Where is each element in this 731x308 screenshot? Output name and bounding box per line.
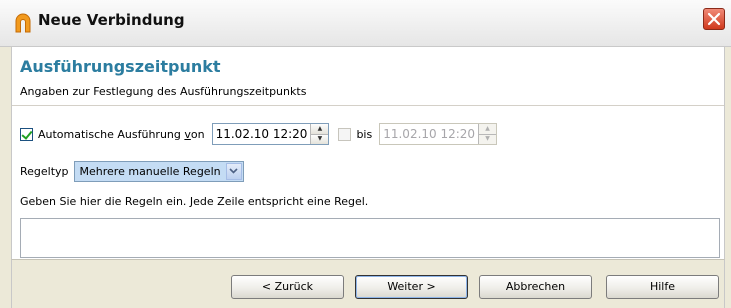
rule-type-label: Regeltyp: [20, 164, 69, 178]
rules-instruction: Geben Sie hier die Regeln ein. Jede Zeil…: [20, 195, 369, 208]
spin-up-icon[interactable]: ▲: [479, 124, 497, 134]
close-icon: [707, 12, 721, 26]
until-checkbox[interactable]: [338, 127, 352, 141]
title-bar: Neue Verbindung: [0, 0, 731, 47]
until-label[interactable]: bis: [356, 128, 372, 141]
window-title: Neue Verbindung: [38, 11, 185, 29]
rule-type-row: Regeltyp Mehrere manuelle Regeln: [20, 160, 244, 182]
button-bar: < Zurück Weiter > Abbrechen Hilfe: [11, 259, 725, 308]
from-datetime-value[interactable]: 11.02.10 12:20: [213, 124, 311, 144]
cancel-button[interactable]: Abbrechen: [479, 275, 592, 299]
auto-exec-checkbox[interactable]: [20, 127, 33, 141]
execution-time-row: Automatische Ausführung von 11.02.10 12:…: [20, 123, 498, 145]
from-spinner-buttons: ▲ ▼: [310, 124, 329, 144]
section-title: Ausführungszeitpunkt: [20, 57, 221, 76]
spin-up-icon[interactable]: ▲: [311, 124, 329, 134]
rules-textarea[interactable]: [20, 218, 720, 258]
close-button[interactable]: [703, 8, 725, 30]
from-datetime-spinner[interactable]: 11.02.10 12:20 ▲ ▼: [211, 123, 330, 145]
back-button[interactable]: < Zurück: [231, 275, 344, 299]
until-datetime-value[interactable]: 11.02.10 12:20: [380, 124, 478, 144]
content-panel: Ausführungszeitpunkt Angaben zur Festleg…: [11, 47, 725, 259]
rule-type-selected[interactable]: Mehrere manuelle Regeln: [75, 162, 226, 181]
spin-down-icon[interactable]: ▼: [479, 133, 497, 144]
app-icon: [13, 13, 33, 33]
chevron-down-icon[interactable]: [225, 162, 242, 180]
section-subtitle: Angaben zur Festlegung des Ausführungsze…: [20, 85, 307, 98]
help-button[interactable]: Hilfe: [606, 275, 719, 299]
until-datetime-spinner[interactable]: 11.02.10 12:20 ▲ ▼: [379, 123, 498, 145]
auto-exec-label[interactable]: Automatische Ausführung von: [38, 128, 205, 141]
rule-type-select[interactable]: Mehrere manuelle Regeln: [73, 160, 244, 182]
spin-down-icon[interactable]: ▼: [311, 133, 329, 144]
next-button[interactable]: Weiter >: [355, 275, 468, 299]
until-spinner-buttons: ▲ ▼: [478, 124, 497, 144]
header-separator: [12, 105, 724, 106]
